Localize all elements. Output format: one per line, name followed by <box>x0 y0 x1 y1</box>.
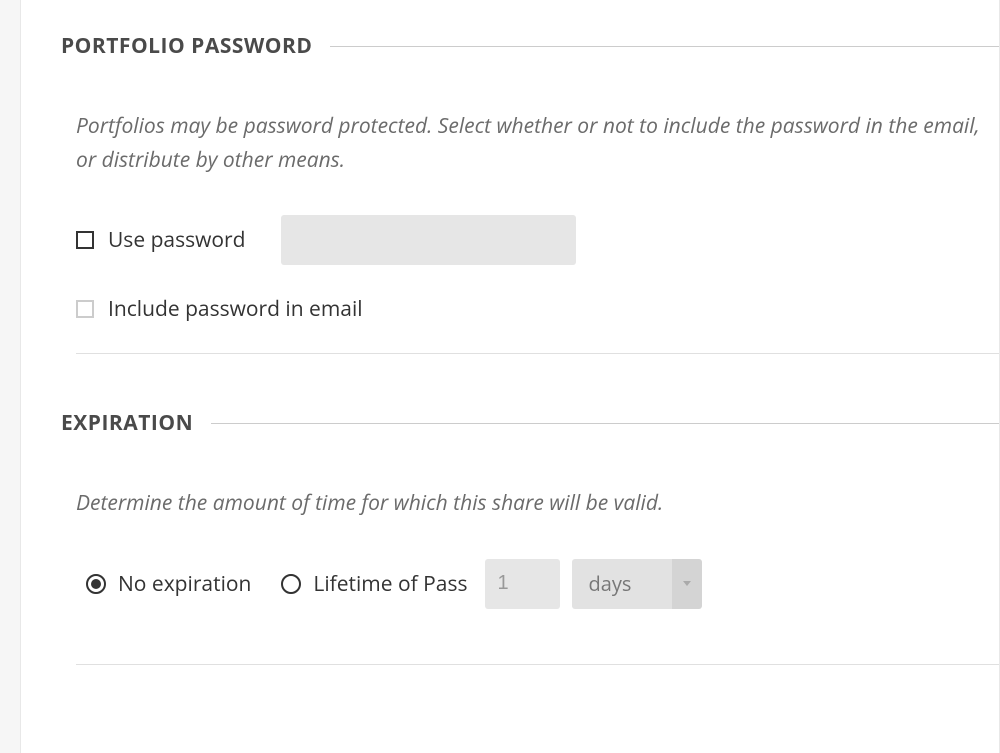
include-password-email-label: Include password in email <box>108 295 363 323</box>
portfolio-password-section: PORTFOLIO PASSWORD Portfolios may be pas… <box>61 0 999 354</box>
expiration-options-row: No expiration Lifetime of Pass days <box>86 559 999 609</box>
lifetime-value-input[interactable] <box>485 559 560 609</box>
section-header: EXPIRATION <box>61 409 999 437</box>
use-password-checkbox[interactable] <box>76 231 94 249</box>
no-expiration-radio[interactable] <box>86 574 106 594</box>
password-input[interactable] <box>281 215 576 265</box>
use-password-row: Use password <box>76 215 999 265</box>
section-title: EXPIRATION <box>61 409 193 437</box>
divider-line <box>76 664 999 665</box>
section-title: PORTFOLIO PASSWORD <box>61 32 312 60</box>
include-password-email-row: Include password in email <box>76 295 999 323</box>
lifetime-label: Lifetime of Pass <box>313 570 467 598</box>
select-dropdown-button[interactable] <box>672 559 702 609</box>
lifetime-unit-select[interactable]: days <box>572 559 702 609</box>
use-password-label: Use password <box>108 226 245 254</box>
lifetime-radio[interactable] <box>281 574 301 594</box>
divider-line <box>211 423 999 424</box>
chevron-down-icon <box>683 581 691 586</box>
expiration-section: EXPIRATION Determine the amount of time … <box>61 354 999 665</box>
section-header: PORTFOLIO PASSWORD <box>61 32 999 60</box>
password-description: Portfolios may be password protected. Se… <box>76 110 999 177</box>
settings-panel: PORTFOLIO PASSWORD Portfolios may be pas… <box>20 0 1000 753</box>
no-expiration-label: No expiration <box>118 570 251 598</box>
divider-line <box>330 46 999 47</box>
include-password-email-checkbox[interactable] <box>76 300 94 318</box>
lifetime-unit-value: days <box>572 559 672 609</box>
expiration-description: Determine the amount of time for which t… <box>76 487 999 521</box>
